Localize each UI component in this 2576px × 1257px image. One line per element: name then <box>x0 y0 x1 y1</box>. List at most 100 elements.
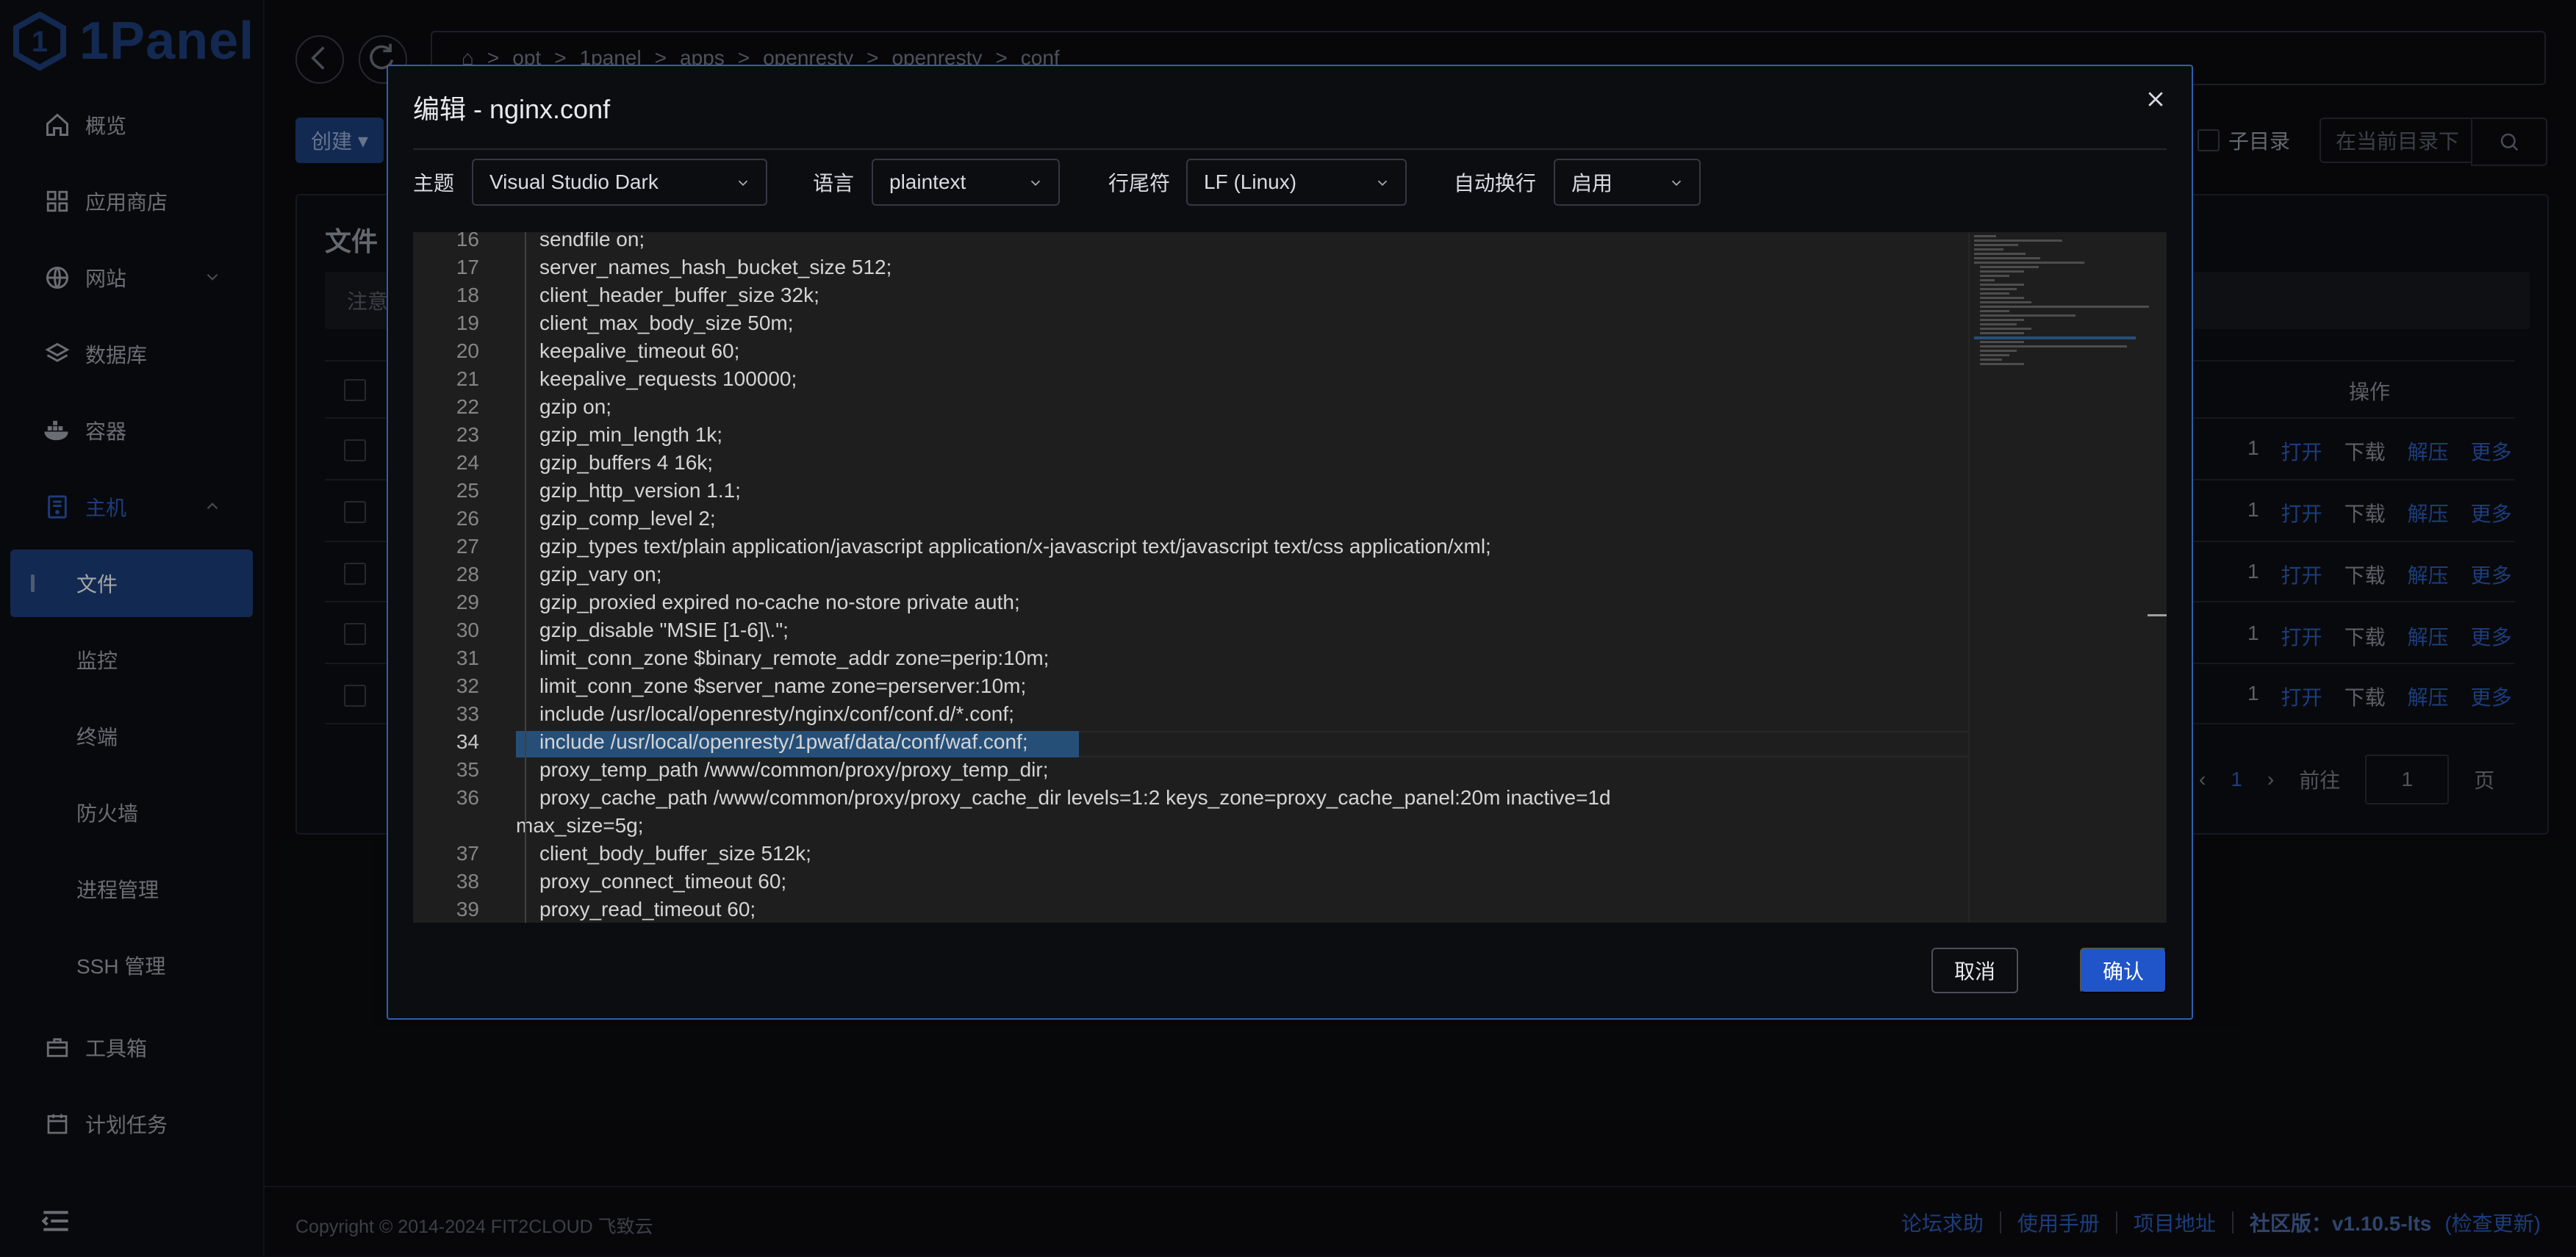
language-label: 语言 <box>813 172 855 195</box>
line-number: 18 <box>456 284 479 306</box>
minimap-line <box>1980 266 2039 268</box>
app-window: 1 1Panel 概览 应用商店 网站 数据库 容器 主机 文件 监控 终端 防… <box>0 0 2576 1256</box>
line-number: 20 <box>456 339 479 362</box>
minimap-line <box>1980 270 2024 273</box>
edit-file-dialog: 编辑 - nginx.conf 主题 Visual Studio Dark 语言… <box>387 65 2193 1020</box>
chevron-down-icon <box>1377 180 1388 187</box>
code-line: client_body_buffer_size 512k; <box>539 842 811 865</box>
minimap-line <box>1980 314 2075 317</box>
scrollbar-marker[interactable] <box>2148 614 2167 616</box>
wrap-label: 自动换行 <box>1454 172 1537 195</box>
close-icon[interactable] <box>2145 88 2167 110</box>
cancel-button[interactable]: 取消 <box>1931 948 2018 993</box>
wrap-select[interactable]: 启用 <box>1554 159 1701 206</box>
minimap-line <box>1980 323 2017 325</box>
eol-select-value: LF (Linux) <box>1204 170 1297 193</box>
language-select[interactable]: plaintext <box>872 159 1060 206</box>
minimap-line <box>1980 279 1995 281</box>
minimap-line <box>1974 239 2062 242</box>
minimap-line <box>1974 262 2084 264</box>
code-line: keepalive_timeout 60; <box>539 339 740 362</box>
line-number: 21 <box>456 367 479 390</box>
line-number: 17 <box>456 256 479 278</box>
code-line: proxy_connect_timeout 60; <box>539 870 787 893</box>
line-number: 25 <box>456 479 479 502</box>
code-line: limit_conn_zone $server_name zone=perser… <box>539 674 1027 697</box>
chevron-down-icon <box>1030 180 1041 187</box>
minimap-line <box>1980 350 2017 352</box>
line-number: 33 <box>456 702 479 725</box>
minimap-line <box>1980 363 2024 365</box>
code-line: gzip_types text/plain application/javasc… <box>539 535 1491 558</box>
line-number: 24 <box>456 451 479 474</box>
wrap-select-value: 启用 <box>1571 172 1613 195</box>
minimap-line <box>1980 332 2024 334</box>
line-number: 38 <box>456 870 479 893</box>
chevron-down-icon <box>738 180 748 187</box>
theme-select[interactable]: Visual Studio Dark <box>472 159 767 206</box>
code-area[interactable]: sendfile on; server_names_hash_bucket_siz… <box>516 232 2167 923</box>
minimap-line <box>1980 297 2024 299</box>
code-line: gzip_min_length 1k; <box>539 423 723 446</box>
minimap-line <box>1980 310 2009 312</box>
code-line: gzip on; <box>539 395 612 418</box>
minimap-line <box>1980 359 2002 361</box>
minimap-selection <box>1974 336 2136 339</box>
code-line: proxy_temp_path /www/common/proxy/proxy_… <box>539 758 1049 781</box>
minimap-line <box>1980 275 2009 277</box>
line-number: 36 <box>456 786 479 809</box>
line-number: 19 <box>456 311 479 334</box>
line-number: 30 <box>456 619 479 641</box>
line-number: 34 <box>456 730 479 753</box>
line-number: 32 <box>456 674 479 697</box>
line-number: 27 <box>456 535 479 558</box>
minimap-line <box>1980 341 2024 343</box>
code-line: gzip_vary on; <box>539 563 662 586</box>
minimap-line <box>1980 306 2149 308</box>
line-number-gutter: 16 17 18 19 20 21 22 23 24 25 26 27 28 29 30 31 32 33 34 35… <box>413 232 494 923</box>
language-select-value: plaintext <box>889 170 966 193</box>
line-number: 26 <box>456 507 479 530</box>
code-line-wrap: max_size=5g; <box>516 814 644 837</box>
chevron-down-icon <box>1671 180 1682 187</box>
line-number: 37 <box>456 842 479 865</box>
code-line: client_header_buffer_size 32k; <box>539 284 819 306</box>
minimap-line <box>1980 354 2009 356</box>
code-editor[interactable]: 16 17 18 19 20 21 22 23 24 25 26 27 28 29 30 31 32 33 34 35… <box>413 232 2167 923</box>
confirm-button[interactable]: 确认 <box>2080 948 2167 993</box>
code-line: sendfile on; <box>539 232 645 251</box>
code-line: gzip_comp_level 2; <box>539 507 716 530</box>
code-line: gzip_disable "MSIE [1-6]\."; <box>539 619 789 641</box>
line-number: 31 <box>456 646 479 669</box>
code-line: include /usr/local/openresty/1pwaf/data/… <box>539 730 1028 753</box>
code-line: proxy_cache_path /www/common/proxy/proxy… <box>539 786 1611 809</box>
minimap-line <box>1980 284 2024 286</box>
line-number: 22 <box>456 395 479 418</box>
minimap-line <box>1980 319 2024 321</box>
minimap-line <box>1980 345 2127 347</box>
minimap-line <box>1974 257 2040 259</box>
code-line: proxy_read_timeout 60; <box>539 898 756 921</box>
line-number: 35 <box>456 758 479 781</box>
code-line: keepalive_requests 100000; <box>539 367 797 390</box>
line-number: 39 <box>456 898 479 921</box>
line-number: 16 <box>456 232 479 251</box>
minimap-line <box>1980 292 2009 295</box>
theme-select-value: Visual Studio Dark <box>489 170 659 193</box>
line-number: 29 <box>456 591 479 613</box>
code-line: server_names_hash_bucket_size 512; <box>539 256 892 278</box>
code-line: limit_conn_zone $binary_remote_addr zone… <box>539 646 1050 669</box>
indent-guide <box>525 232 526 923</box>
code-line: gzip_http_version 1.1; <box>539 479 741 502</box>
code-line: gzip_proxied expired no-cache no-store p… <box>539 591 1020 613</box>
minimap-line <box>1974 248 2003 251</box>
minimap-line <box>1980 288 2017 290</box>
code-line: gzip_buffers 4 16k; <box>539 451 714 474</box>
divider <box>413 148 2167 150</box>
editor-minimap[interactable] <box>1968 232 2167 923</box>
eol-select[interactable]: LF (Linux) <box>1186 159 1407 206</box>
minimap-line <box>1974 244 2018 246</box>
line-number: 23 <box>456 423 479 446</box>
minimap-line <box>1980 301 2031 303</box>
minimap-line <box>1980 328 2031 330</box>
